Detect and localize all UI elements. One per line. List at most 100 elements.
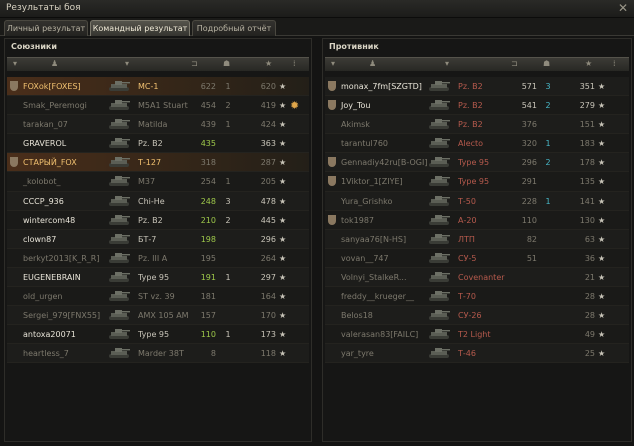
damage-value: 435	[200, 139, 216, 149]
medal-icon: ✹	[290, 99, 300, 113]
player-row[interactable]: tarakan_07 Matilda 439 1 424 ★	[7, 115, 309, 135]
close-icon[interactable]: ✕	[618, 1, 628, 15]
player-row[interactable]: monax_7fm[SZGTD] Pz. B2 571 3 351 ★	[325, 77, 629, 97]
window-titlebar: Результаты боя ✕	[0, 0, 634, 18]
player-row[interactable]: wintercom48 Pz. B2 210 2 445 ★	[7, 210, 309, 230]
xp-value: 25	[584, 349, 595, 359]
star-icon: ★	[279, 330, 287, 340]
player-name: Yura_Grishko	[341, 196, 393, 206]
player-row[interactable]: Smak_Peremogi M5A1 Stuart 454 2 419 ★ ✹	[7, 96, 309, 116]
star-icon: ★	[279, 101, 287, 111]
kills-value: 1	[225, 82, 231, 91]
tank-name: Pz. III A	[138, 253, 168, 263]
player-name: vovan__747	[341, 253, 389, 263]
xp-value: 151	[579, 120, 595, 130]
player-row[interactable]: valerasan83[FAILC] T2 Light 49 ★	[325, 325, 629, 345]
kills-column-icon[interactable]: ☗	[223, 59, 230, 68]
tank-type-column-icon[interactable]: ▾	[125, 59, 129, 68]
damage-value: 248	[200, 196, 216, 206]
player-row[interactable]: sanyaa76[N-HS] ЛТП 82 63 ★	[325, 229, 629, 249]
star-icon: ★	[598, 253, 606, 263]
tank-icon	[429, 195, 450, 206]
damage-value: 320	[521, 139, 537, 149]
star-icon: ★	[279, 139, 287, 149]
tank-icon	[109, 233, 130, 244]
player-row[interactable]: tarantul760 Alecto 320 1 183 ★	[325, 134, 629, 154]
player-row[interactable]: antoxa20071 Type 95 110 1 173 ★	[7, 325, 309, 345]
xp-value: 424	[260, 120, 276, 130]
tank-name: Т-70	[458, 292, 476, 302]
player-name: valerasan83[FAILC]	[341, 330, 419, 340]
player-row[interactable]: Volnyi_StalkeR... Covenanter 21 ★	[325, 267, 629, 288]
allies-column-header: ▾ ♟ ▾ ⊐ ☗ ★ ⁞	[7, 57, 309, 71]
star-icon: ★	[598, 139, 606, 149]
tab-detailed-report[interactable]: Подробный отчёт	[192, 20, 276, 36]
player-row[interactable]: heartless_7 Marder 38T 8 118 ★	[7, 344, 309, 364]
player-row[interactable]: EUGENEBRAIN Type 95 191 1 297 ★	[7, 267, 309, 288]
player-name: Smak_Peremogi	[23, 101, 87, 111]
damage-column-icon[interactable]: ⊐	[511, 59, 518, 68]
tank-name: СУ-5	[458, 253, 477, 263]
player-row[interactable]: Yura_Grishko Т-50 228 1 141 ★	[325, 191, 629, 211]
player-row[interactable]: Gennadiy42ru[B-OGI] Type 95 296 2 178 ★	[325, 153, 629, 173]
tank-icon	[429, 176, 450, 187]
clan-emblem-icon	[10, 157, 18, 168]
tab-personal-result[interactable]: Личный результат	[4, 20, 88, 36]
player-name: wintercom48	[23, 215, 76, 225]
kills-column-icon[interactable]: ☗	[543, 59, 550, 68]
medal-column-icon[interactable]: ⁞	[293, 59, 296, 68]
xp-value: 28	[584, 311, 595, 321]
xp-value: 130	[579, 215, 595, 225]
tank-icon	[109, 81, 130, 91]
xp-value: 178	[579, 158, 595, 168]
player-row[interactable]: FOXok[FOXES] МС-1 622 1 620 ★	[7, 77, 309, 97]
player-name: Akimsk	[341, 120, 370, 130]
xp-column-icon[interactable]: ★	[265, 59, 272, 68]
player-column-icon[interactable]: ♟	[369, 59, 376, 68]
kills-value: 3	[225, 196, 231, 206]
player-row[interactable]: СТАРЫЙ_FOX Т-127 318 287 ★	[7, 153, 309, 173]
player-column-icon[interactable]: ♟	[51, 59, 58, 68]
tank-icon	[429, 214, 450, 225]
tank-name: Type 95	[138, 330, 170, 340]
player-row[interactable]: yar_tyre Т-46 25 ★	[325, 344, 629, 364]
player-row[interactable]: Joy_Tou Pz. B2 541 2 279 ★	[325, 96, 629, 116]
medal-column-icon[interactable]: ⁞	[613, 59, 616, 68]
tank-name: СУ-26	[458, 311, 482, 321]
kills-value: 3	[545, 82, 551, 91]
player-name: freddy__krueger__	[341, 292, 414, 302]
player-row[interactable]: GRAVEROL Pz. B2 435 363 ★	[7, 134, 309, 154]
tank-name: Т-127	[138, 158, 162, 168]
tab-team-result[interactable]: Командный результат	[90, 20, 190, 36]
player-name: Volnyi_StalkeR...	[341, 272, 407, 282]
player-row[interactable]: Akimsk Pz. B2 376 151 ★	[325, 115, 629, 135]
player-row[interactable]: old_urgen ST vz. 39 181 164 ★	[7, 287, 309, 307]
player-row[interactable]: berkyt2013[K_R_R] Pz. III A 195 264 ★	[7, 248, 309, 268]
tank-type-column-icon[interactable]: ▾	[445, 59, 449, 68]
star-icon: ★	[279, 120, 287, 130]
damage-column-icon[interactable]: ⊐	[191, 59, 198, 68]
xp-column-icon[interactable]: ★	[585, 59, 592, 68]
star-icon: ★	[598, 330, 606, 340]
player-row[interactable]: Belos18 СУ-26 28 ★	[325, 306, 629, 326]
tank-icon	[429, 81, 450, 91]
clan-emblem-icon	[328, 157, 336, 168]
player-row[interactable]: freddy__krueger__ Т-70 28 ★	[325, 287, 629, 307]
player-row[interactable]: clown87 БТ-7 198 296 ★	[7, 229, 309, 249]
tank-icon	[109, 157, 130, 168]
kills-value: 1	[225, 120, 231, 130]
star-icon: ★	[598, 292, 606, 302]
clan-emblem-icon	[10, 81, 18, 91]
player-name: antoxa20071	[23, 330, 76, 340]
squad-column-icon[interactable]: ▾	[331, 59, 335, 68]
xp-value: 296	[260, 234, 276, 244]
player-row[interactable]: tok1987 А-20 110 130 ★	[325, 210, 629, 230]
player-row[interactable]: _kolobot_ M37 254 1 205 ★	[7, 172, 309, 192]
player-row[interactable]: CCCP_936 Chi-He 248 3 478 ★	[7, 191, 309, 211]
star-icon: ★	[279, 177, 287, 187]
player-row[interactable]: vovan__747 СУ-5 51 36 ★	[325, 248, 629, 268]
player-row[interactable]: 1Viktor_1[ZIYE] Type 95 291 135 ★	[325, 172, 629, 192]
tank-name: ЛТП	[458, 234, 475, 244]
player-row[interactable]: Sergei_979[FNX55] AMX 105 AM 157 170 ★	[7, 306, 309, 326]
squad-column-icon[interactable]: ▾	[13, 59, 17, 68]
